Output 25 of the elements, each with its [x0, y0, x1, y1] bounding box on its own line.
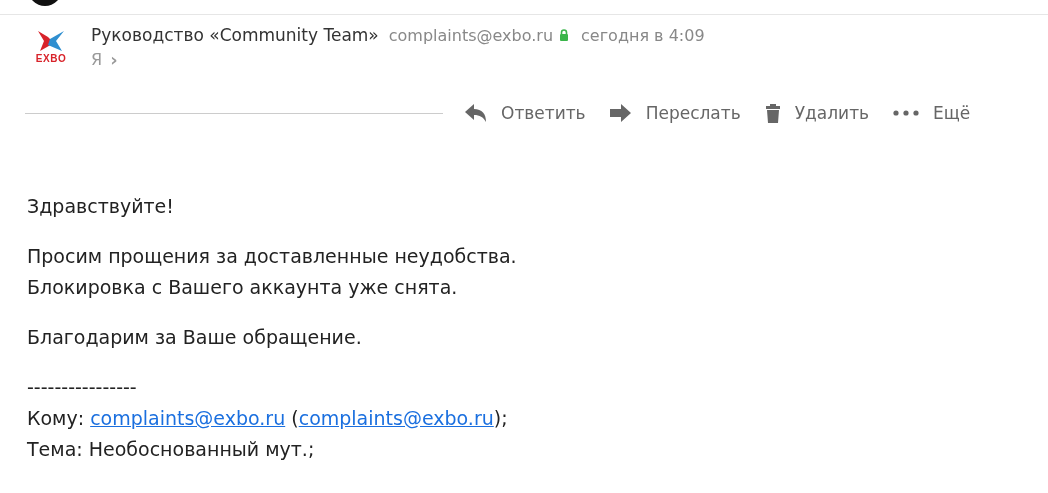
message-line: Блокировка с Вашего аккаунта уже снята.	[27, 275, 459, 300]
message-line: Просим прощения за доставленные неудобства.	[27, 244, 518, 269]
toolbar-button[interactable]: Удалить	[756, 97, 878, 129]
toolbar-button[interactable]: Ответить	[457, 97, 594, 129]
sender-email[interactable]: complaints@exbo.ru	[388, 25, 554, 45]
reply-arrow-icon	[465, 103, 487, 123]
separator-text: ----------------	[27, 375, 138, 400]
to-label: Кому:	[27, 407, 85, 429]
email-link[interactable]: complaints@exbo.ru	[298, 407, 494, 429]
toolbar-button[interactable]: Переслать	[601, 97, 749, 129]
sent-time: сегодня в 4:09	[581, 25, 705, 45]
email-link[interactable]: complaints@exbo.ru	[90, 407, 286, 429]
greeting-text: Здравствуйте!	[27, 194, 175, 219]
sender-name[interactable]: Руководство «Community Team»	[91, 25, 379, 45]
thanks-text: Благодарим за Ваше обращение.	[27, 325, 363, 350]
caret-icon[interactable]: ›	[110, 49, 118, 70]
logo-text: EXBO	[35, 53, 67, 64]
trash-icon	[764, 103, 781, 123]
logo-x-icon	[36, 29, 66, 53]
paren-text: (	[291, 407, 299, 429]
more-icon	[893, 110, 920, 116]
subject-line: Тема: Необоснованный мут.;	[27, 437, 316, 462]
forward-arrow-icon	[609, 103, 632, 123]
toolbar-button[interactable]: Ещё	[885, 97, 979, 129]
paren-text: );	[493, 407, 508, 429]
